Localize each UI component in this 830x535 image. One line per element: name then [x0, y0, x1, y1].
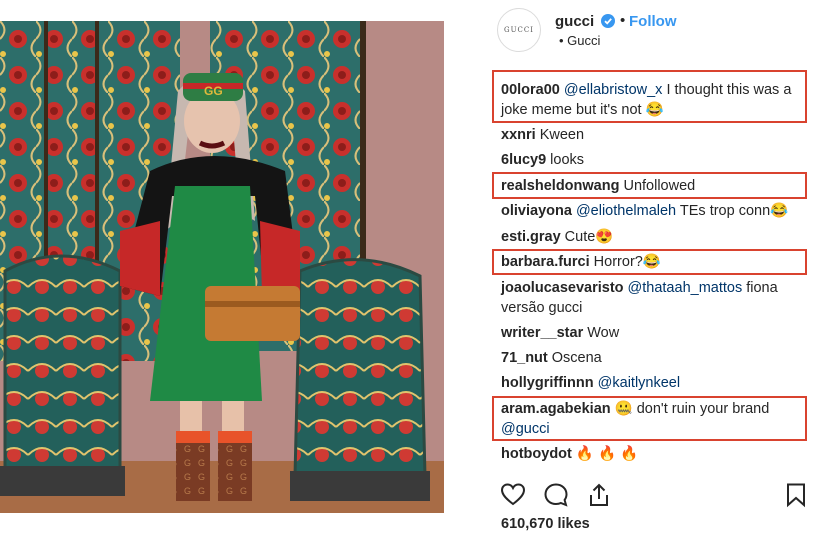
comment-username[interactable]: 6lucy9 — [501, 152, 546, 168]
comment-username[interactable]: oliviayona — [501, 203, 572, 219]
like-count[interactable]: 610,670 likes — [501, 516, 590, 532]
comment-icon[interactable] — [543, 482, 569, 508]
heart-icon[interactable] — [500, 482, 526, 508]
separator-dot: • — [620, 12, 626, 29]
comment-username[interactable]: aram.agabekian — [501, 401, 611, 417]
post-username[interactable]: gucci — [555, 13, 594, 30]
photo-illustration: G GG — [0, 21, 444, 513]
comment-item: 00lora00 @ellabristow_x I thought this w… — [501, 80, 811, 120]
comment-username[interactable]: joaolucasevaristo — [501, 280, 624, 296]
comment-text: Kween — [535, 127, 585, 143]
comment-text: TEs trop conn😂 — [676, 203, 789, 219]
comment-item: joaolucasevaristo @thataah_mattos fiona … — [501, 278, 811, 318]
comment-username[interactable]: hollygriffinnn — [501, 375, 594, 391]
comment-item: 6lucy9 looks — [501, 150, 811, 170]
post-location[interactable]: • Gucci — [559, 33, 600, 48]
comment-mention[interactable]: @gucci — [501, 421, 550, 437]
comment-mention[interactable]: @ellabristow_x — [564, 82, 663, 98]
comment-mention[interactable]: @thataah_mattos — [628, 280, 743, 296]
comment-text: Unfollowed — [619, 178, 696, 194]
comment-username[interactable]: realsheldonwang — [501, 178, 619, 194]
comment-text: Wow — [583, 325, 620, 341]
comment-item: hollygriffinnn @kaitlynkeel — [501, 373, 811, 393]
comment-item: 71_nut Oscena — [501, 348, 811, 368]
comment-mention[interactable]: @kaitlynkeel — [598, 375, 680, 391]
comment-item: xxnri Kween — [501, 125, 811, 145]
comment-item: barbara.furci Horror?😂 — [501, 252, 811, 272]
comment-username[interactable]: 00lora00 — [501, 82, 560, 98]
comment-text: looks — [546, 152, 585, 168]
svg-text:GG: GG — [204, 84, 223, 98]
comment-text: Cute😍 — [560, 229, 614, 245]
post-actions — [500, 482, 810, 510]
comment-text: Oscena — [547, 350, 602, 366]
comment-username[interactable]: esti.gray — [501, 229, 561, 245]
comment-text: Horror?😂 — [589, 254, 661, 270]
post-photo[interactable]: G GG — [0, 21, 444, 513]
verified-badge-icon — [601, 14, 615, 28]
comment-mention[interactable]: @eliothelmaleh — [576, 203, 676, 219]
follow-button[interactable]: Follow — [629, 13, 677, 30]
post-header: GUCCI gucci • Follow • Gucci — [497, 8, 827, 54]
comment-username[interactable]: xxnri — [501, 127, 536, 143]
share-icon[interactable] — [586, 482, 612, 508]
comment-item: esti.gray Cute😍 — [501, 227, 811, 247]
comment-text: 🤐 don't ruin your brand — [610, 401, 770, 417]
avatar[interactable]: GUCCI — [497, 8, 541, 52]
comment-item: realsheldonwang Unfollowed — [501, 176, 811, 196]
comment-username[interactable]: barbara.furci — [501, 254, 590, 270]
avatar-logo-text: GUCCI — [504, 26, 534, 34]
comment-username[interactable]: hotboydot — [501, 446, 572, 462]
comment-text: 🔥 🔥 🔥 — [571, 446, 639, 462]
comment-item: writer__star Wow — [501, 323, 811, 343]
comment-item: hotboydot 🔥 🔥 🔥 — [501, 444, 811, 464]
comment-item: aram.agabekian 🤐 don't ruin your brand @… — [501, 399, 811, 439]
comment-item: oliviayona @eliothelmaleh TEs trop conn😂 — [501, 201, 811, 221]
bookmark-icon[interactable] — [783, 482, 809, 508]
comment-username[interactable]: 71_nut — [501, 350, 548, 366]
comment-username[interactable]: writer__star — [501, 325, 583, 341]
